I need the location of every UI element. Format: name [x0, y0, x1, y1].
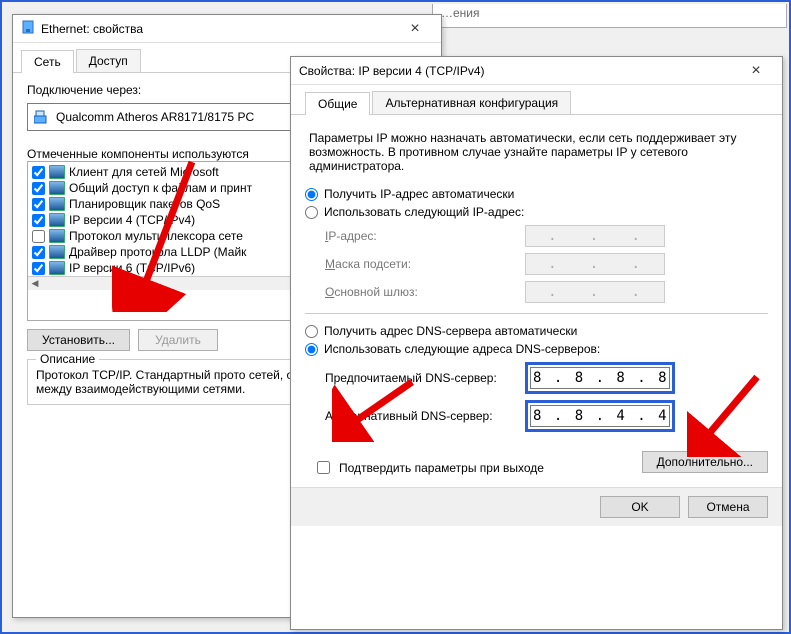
component-label: Протокол мультиплексора сете	[69, 229, 243, 243]
component-label: Драйвер протокола LLDP (Майк	[69, 245, 246, 259]
close-icon[interactable]: ×	[738, 62, 774, 80]
ipv4-content: Параметры IP можно назначать автоматичес…	[291, 115, 782, 487]
dns-alternate-row: Альтернативный DNS-сервер:	[325, 400, 768, 432]
dns-preferred-label: Предпочитаемый DNS-сервер:	[325, 371, 525, 385]
network-adapter-icon	[34, 110, 50, 124]
component-checkbox[interactable]	[32, 246, 45, 259]
dns-highlight-box	[525, 362, 675, 394]
component-label: IP версии 4 (TCP/IPv4)	[69, 213, 195, 227]
description-legend: Описание	[36, 352, 99, 366]
ipv4-tabs: Общие Альтернативная конфигурация	[291, 85, 782, 115]
component-label: Планировщик пакетов QoS	[69, 197, 220, 211]
scroll-left-icon[interactable]: ◀	[28, 278, 42, 289]
dns-highlight-box	[525, 400, 675, 432]
remove-button[interactable]: Удалить	[138, 329, 218, 351]
gateway-input[interactable]	[525, 281, 665, 303]
ethernet-titlebar[interactable]: Ethernet: свойства ×	[13, 15, 441, 43]
validate-on-exit-row[interactable]: Подтвердить параметры при выходе	[313, 458, 544, 477]
component-label: IP версии 6 (TCP/IPv6)	[69, 261, 195, 275]
component-icon	[49, 261, 65, 275]
ip-manual-radio-row[interactable]: Использовать следующий IP-адрес:	[305, 205, 768, 219]
dns-auto-radio[interactable]	[305, 325, 318, 338]
component-checkbox[interactable]	[32, 262, 45, 275]
ip-address-label: IIP-адрес:P-адрес:	[325, 229, 525, 243]
ip-address-input[interactable]	[525, 225, 665, 247]
component-checkbox[interactable]	[32, 214, 45, 227]
ipv4-titlebar[interactable]: Свойства: IP версии 4 (TCP/IPv4) ×	[291, 57, 782, 85]
dns-alternate-input[interactable]	[530, 405, 670, 427]
component-icon	[49, 165, 65, 179]
divider	[305, 313, 768, 314]
close-icon[interactable]: ×	[397, 20, 433, 38]
component-checkbox[interactable]	[32, 198, 45, 211]
ip-manual-label: Использовать следующий IP-адрес:	[324, 205, 524, 219]
subnet-label: Маска подсети:Маска подсети:	[325, 257, 525, 271]
component-checkbox[interactable]	[32, 230, 45, 243]
gateway-row: Основной шлюз:Основной шлюз:	[325, 281, 768, 303]
ipv4-title: Свойства: IP версии 4 (TCP/IPv4)	[299, 64, 738, 78]
dns-manual-radio-row[interactable]: Использовать следующие адреса DNS-сервер…	[305, 342, 768, 356]
ok-button[interactable]: OK	[600, 496, 680, 518]
component-label: Клиент для сетей Microsoft	[69, 165, 219, 179]
validate-on-exit-checkbox[interactable]	[317, 461, 330, 474]
ip-address-row: IIP-адрес:P-адрес:	[325, 225, 768, 247]
tab-general[interactable]: Общие	[305, 92, 370, 115]
component-label: Общий доступ к файлам и принт	[69, 181, 252, 195]
component-icon	[49, 213, 65, 227]
subnet-input[interactable]	[525, 253, 665, 275]
ethernet-title: Ethernet: свойства	[41, 22, 397, 36]
install-button[interactable]: Установить...	[27, 329, 130, 351]
gateway-label: Основной шлюз:Основной шлюз:	[325, 285, 525, 299]
subnet-row: Маска подсети:Маска подсети:	[325, 253, 768, 275]
adapter-name: Qualcomm Atheros AR8171/8175 PC	[56, 110, 254, 124]
dns-preferred-row: Предпочитаемый DNS-сервер:	[325, 362, 768, 394]
advanced-button[interactable]: Дополнительно...	[642, 451, 768, 473]
ip-auto-radio[interactable]	[305, 188, 318, 201]
dns-auto-label: Получить адрес DNS-сервера автоматически	[324, 324, 577, 338]
validate-on-exit-label: Подтвердить параметры при выходе	[339, 461, 544, 475]
dns-alternate-label: Альтернативный DNS-сервер:	[325, 409, 525, 423]
dns-manual-label: Использовать следующие адреса DNS-сервер…	[324, 342, 600, 356]
tab-network[interactable]: Сеть	[21, 50, 74, 73]
component-icon	[49, 197, 65, 211]
component-icon	[49, 229, 65, 243]
component-checkbox[interactable]	[32, 166, 45, 179]
component-icon	[49, 181, 65, 195]
bg-title: …ения	[433, 4, 786, 22]
component-checkbox[interactable]	[32, 182, 45, 195]
component-icon	[49, 245, 65, 259]
cancel-button[interactable]: Отмена	[688, 496, 768, 518]
ip-auto-radio-row[interactable]: Получить IP-адрес автоматически	[305, 187, 768, 201]
ipv4-properties-window: Свойства: IP версии 4 (TCP/IPv4) × Общие…	[290, 56, 783, 630]
tab-alt-config[interactable]: Альтернативная конфигурация	[372, 91, 571, 114]
background-window-fragment: …ения	[432, 4, 787, 28]
ip-auto-label: Получить IP-адрес автоматически	[324, 187, 514, 201]
ethernet-icon	[21, 20, 35, 37]
dns-auto-radio-row[interactable]: Получить адрес DNS-сервера автоматически	[305, 324, 768, 338]
ip-manual-radio[interactable]	[305, 206, 318, 219]
dns-manual-radio[interactable]	[305, 343, 318, 356]
tab-access[interactable]: Доступ	[76, 49, 141, 72]
ipv4-footer: OK Отмена	[291, 487, 782, 526]
ipv4-intro-text: Параметры IP можно назначать автоматичес…	[309, 131, 764, 173]
dns-preferred-input[interactable]	[530, 367, 670, 389]
